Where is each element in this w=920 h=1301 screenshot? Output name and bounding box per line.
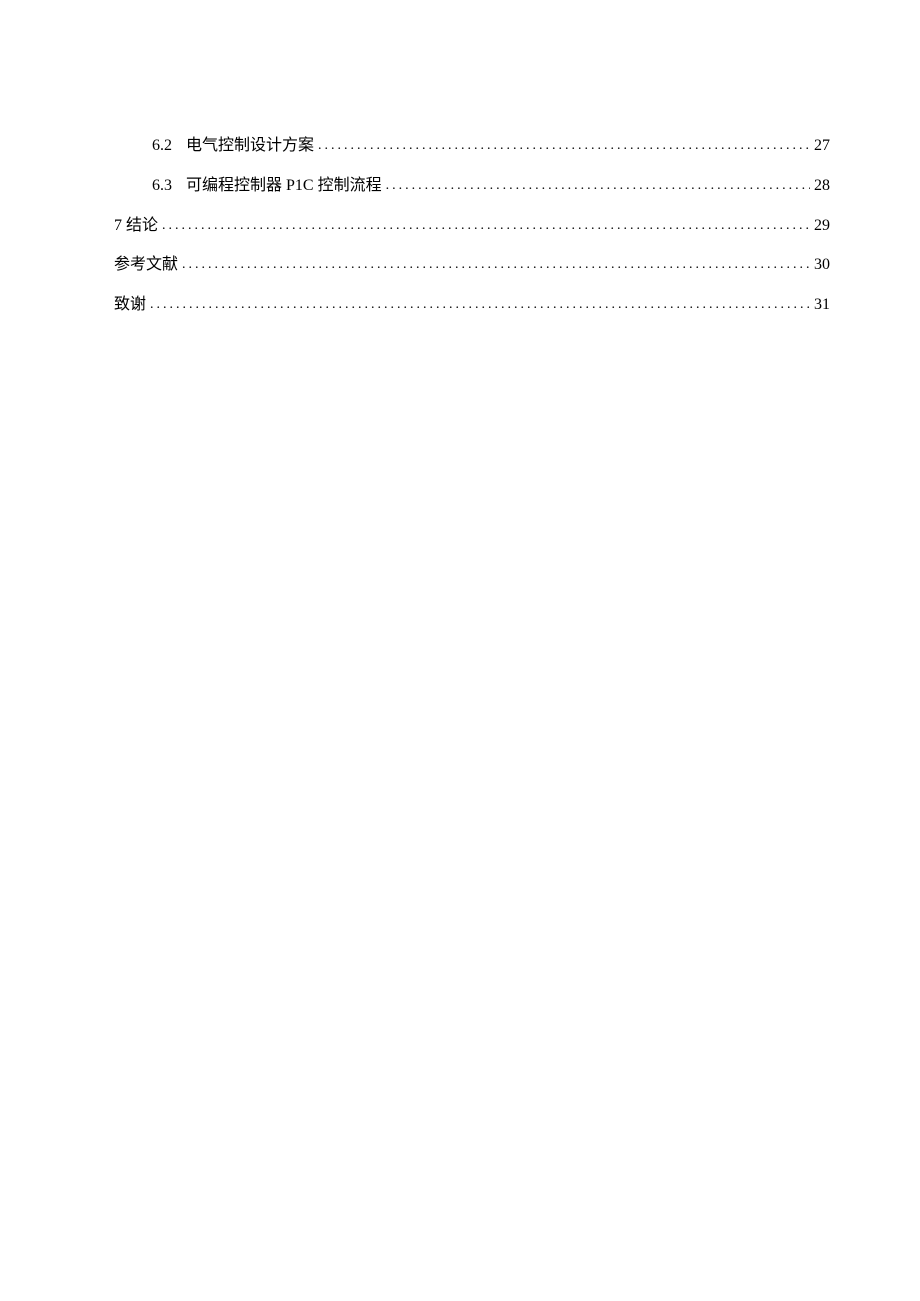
toc-entry: 6.3 可编程控制器 P1C 控制流程 28 [114,176,830,196]
toc-entry-page: 28 [814,176,830,195]
toc-entry-title: 电气控制设计方案 [186,136,314,155]
toc-entry: 致谢 31 [114,295,830,315]
toc-entry-number: 6.2 [152,136,172,155]
toc-leader-dots [182,257,810,274]
toc-entry-title: 参考文献 [114,255,178,274]
toc-leader-dots [386,178,810,195]
toc-entry-title: 7 结论 [114,216,158,235]
toc-leader-dots [150,297,810,314]
toc-entry: 参考文献 30 [114,255,830,275]
toc-entry-page: 27 [814,136,830,155]
toc-entry-number: 6.3 [152,176,172,195]
toc-entry-title: 致谢 [114,295,146,314]
toc-entry-page: 31 [814,295,830,314]
toc-entry-title: 可编程控制器 P1C 控制流程 [186,176,382,195]
toc-entry-page: 29 [814,216,830,235]
toc-entry: 6.2 电气控制设计方案 27 [114,136,830,156]
toc-entry: 7 结论 29 [114,216,830,236]
toc-leader-dots [162,218,810,235]
toc-leader-dots [318,138,810,155]
toc-entry-page: 30 [814,255,830,274]
